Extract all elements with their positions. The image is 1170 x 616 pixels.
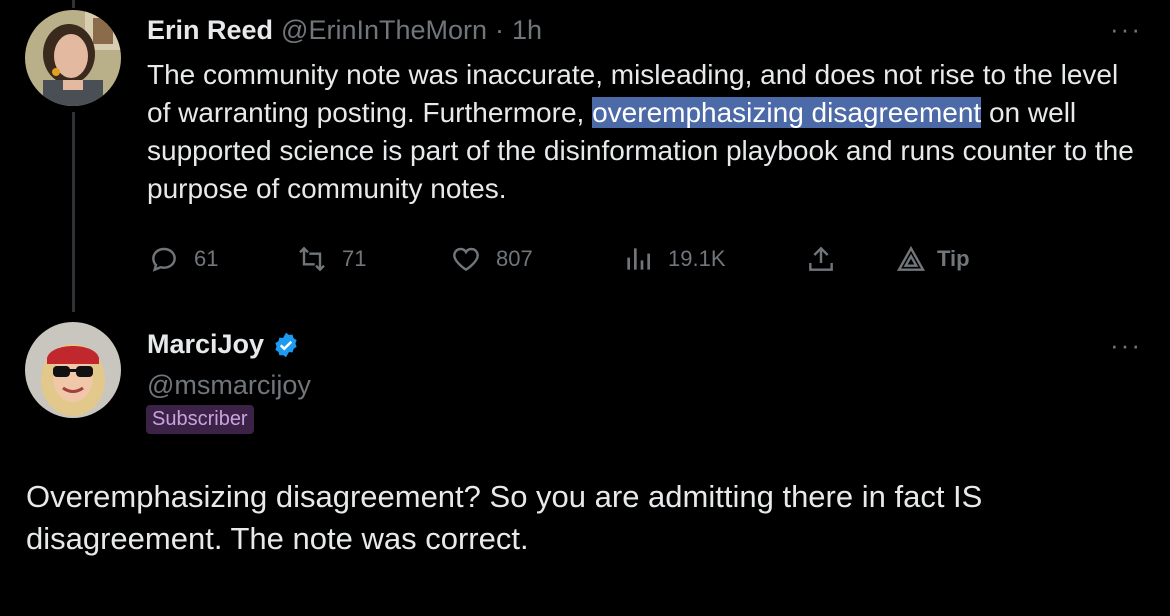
tweet1-text-highlight: overemphasizing disagreement bbox=[592, 97, 982, 128]
author-handle[interactable]: @ErinInTheMorn bbox=[281, 15, 487, 46]
tip-icon bbox=[896, 245, 926, 271]
subscriber-badge: Subscriber bbox=[146, 405, 254, 434]
avatar-marcijoy[interactable] bbox=[25, 322, 121, 418]
tweet2-header: MarciJoy bbox=[147, 329, 300, 360]
like-icon bbox=[453, 247, 479, 272]
views-icon bbox=[627, 248, 650, 270]
verified-icon bbox=[275, 332, 297, 357]
tweet2-text: Overemphasizing disagreement? So you are… bbox=[26, 479, 983, 556]
more-options-button[interactable]: ··· bbox=[1110, 14, 1142, 45]
views-count: 19.1K bbox=[668, 246, 726, 271]
avatar-erin-reed[interactable] bbox=[25, 10, 121, 106]
tip-label: Tip bbox=[937, 246, 970, 271]
tweet1-text: The community note was inaccurate, misle… bbox=[147, 56, 1147, 208]
more-options-button[interactable]: ··· bbox=[1110, 330, 1142, 361]
thread-line bbox=[72, 112, 75, 312]
tweet1-header: Erin Reed @ErinInTheMorn · 1h bbox=[147, 15, 542, 46]
timestamp[interactable]: 1h bbox=[512, 15, 542, 46]
author-handle[interactable]: @msmarcijoy bbox=[147, 370, 311, 401]
thread-line-top bbox=[72, 0, 75, 8]
author-name[interactable]: MarciJoy bbox=[147, 329, 264, 360]
separator-dot: · bbox=[495, 15, 505, 45]
author-name[interactable]: Erin Reed bbox=[147, 15, 273, 46]
retweet-count: 71 bbox=[342, 246, 367, 271]
tip-button[interactable]: Tip bbox=[895, 243, 970, 275]
like-button[interactable]: 807 bbox=[450, 243, 533, 275]
retweet-icon bbox=[299, 246, 325, 272]
retweet-button[interactable]: 71 bbox=[296, 243, 366, 275]
share-icon bbox=[809, 246, 833, 271]
reply-icon bbox=[152, 247, 176, 272]
share-button[interactable] bbox=[805, 243, 837, 275]
reply-count: 61 bbox=[194, 246, 219, 271]
like-count: 807 bbox=[496, 246, 533, 271]
views-button[interactable]: 19.1K bbox=[622, 243, 726, 275]
reply-button[interactable]: 61 bbox=[148, 243, 218, 275]
